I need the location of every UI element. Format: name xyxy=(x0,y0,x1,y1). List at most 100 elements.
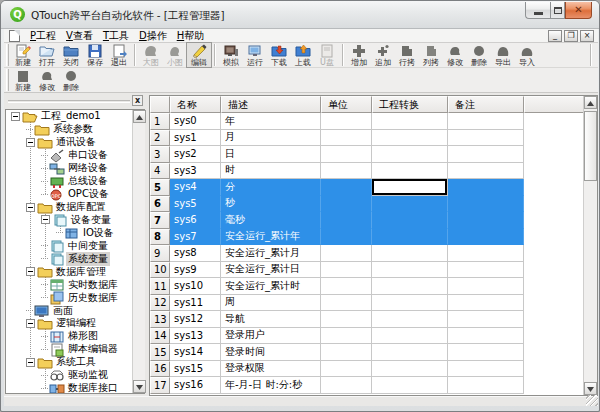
cell-11-名称[interactable]: sys10 xyxy=(170,278,221,295)
table-scrollbar[interactable] xyxy=(583,96,597,395)
row-header-14[interactable]: 14 xyxy=(150,328,170,345)
tree-item-串口设备[interactable]: 串口设备 xyxy=(6,149,144,162)
cell-3-工程转换[interactable] xyxy=(372,146,448,163)
cell-9-工程转换[interactable] xyxy=(372,245,448,262)
cell-17-工程转换[interactable] xyxy=(372,377,448,394)
cell-13-单位[interactable] xyxy=(321,311,372,328)
cell-12-备注[interactable] xyxy=(448,295,524,312)
cell-6-工程转换[interactable] xyxy=(372,196,448,213)
minimize-button[interactable] xyxy=(525,2,550,19)
row-header-3[interactable]: 3 xyxy=(150,146,170,163)
cell-3-单位[interactable] xyxy=(321,146,372,163)
cell-8-名称[interactable]: sys7 xyxy=(170,229,221,246)
row-header-10[interactable]: 10 xyxy=(150,262,170,279)
tree-item-梯形图[interactable]: 梯形图 xyxy=(6,330,144,343)
cell-15-名称[interactable]: sys14 xyxy=(170,344,221,361)
tree-item-历史数据库[interactable]: 历史数据库 xyxy=(6,291,144,304)
cell-12-单位[interactable] xyxy=(321,295,372,312)
tree-panel-grip[interactable] xyxy=(8,100,130,103)
cell-2-描述[interactable]: 月 xyxy=(221,130,321,147)
table-scroll-up-icon[interactable] xyxy=(584,96,597,109)
cell-17-描述[interactable]: 年-月-日 时:分:秒 xyxy=(221,377,321,394)
cell-16-名称[interactable]: sys15 xyxy=(170,361,221,378)
tree-expand-icon[interactable] xyxy=(26,267,35,276)
cell-9-描述[interactable]: 安全运行_累计月 xyxy=(221,245,321,262)
tree-scroll-down-icon[interactable] xyxy=(133,380,146,393)
cell-16-单位[interactable] xyxy=(321,361,372,378)
tree-panel-close-icon[interactable]: x xyxy=(132,95,143,106)
row-header-16[interactable]: 16 xyxy=(150,361,170,378)
tree-item-系统工具[interactable]: 系统工具 xyxy=(6,356,144,369)
cell-10-单位[interactable] xyxy=(321,262,372,279)
close-button[interactable]: ✕ xyxy=(565,2,592,19)
toolbar-button-add[interactable]: 增加 xyxy=(347,43,371,67)
cell-12-描述[interactable]: 周 xyxy=(221,295,321,312)
tree-expand-icon[interactable] xyxy=(26,203,35,212)
toolbar-button-run[interactable]: 运行 xyxy=(243,43,267,67)
cell-14-工程转换[interactable] xyxy=(372,328,448,345)
cell-1-描述[interactable]: 年 xyxy=(221,113,321,130)
menu-item-2[interactable]: T工具 xyxy=(98,29,134,43)
cell-2-备注[interactable] xyxy=(448,130,524,147)
row-header-15[interactable]: 15 xyxy=(150,344,170,361)
cell-12-名称[interactable]: sys11 xyxy=(170,295,221,312)
mdi-document-icon[interactable] xyxy=(9,30,20,42)
cell-14-描述[interactable]: 登录用户 xyxy=(221,328,321,345)
cell-7-描述[interactable]: 毫秒 xyxy=(221,212,321,229)
cell-15-描述[interactable]: 登录时间 xyxy=(221,344,321,361)
cell-14-备注[interactable] xyxy=(448,328,524,345)
cell-9-名称[interactable]: sys8 xyxy=(170,245,221,262)
row-header-9[interactable]: 9 xyxy=(150,245,170,262)
column-header-名称[interactable]: 名称 xyxy=(170,96,221,113)
toolbar-button-simulate[interactable]: 模拟 xyxy=(219,43,243,67)
mdi-minimize-button[interactable]: _ xyxy=(548,30,562,42)
toolbar-grip[interactable] xyxy=(6,69,9,91)
row-header-7[interactable]: 7 xyxy=(150,212,170,229)
cell-10-名称[interactable]: sys9 xyxy=(170,262,221,279)
menu-item-4[interactable]: H帮助 xyxy=(172,29,210,43)
row-header-5[interactable]: 5 xyxy=(150,179,170,196)
cell-3-备注[interactable] xyxy=(448,146,524,163)
cell-14-单位[interactable] xyxy=(321,328,372,345)
row-header-2[interactable]: 2 xyxy=(150,130,170,147)
cell-16-工程转换[interactable] xyxy=(372,361,448,378)
cell-6-单位[interactable] xyxy=(321,196,372,213)
cell-13-名称[interactable]: sys12 xyxy=(170,311,221,328)
tree-scrollbar[interactable] xyxy=(132,110,145,393)
cell-1-单位[interactable] xyxy=(321,113,372,130)
tree-item-中间变量[interactable]: 中间变量 xyxy=(6,239,144,252)
mdi-close-button[interactable]: × xyxy=(580,30,594,42)
cell-5-工程转换[interactable] xyxy=(372,179,448,196)
row-header-6[interactable]: 6 xyxy=(150,196,170,213)
tree-item-设备变量[interactable]: 设备变量 xyxy=(6,214,144,227)
toolbar-button-new-dark[interactable]: 新建 xyxy=(11,68,35,92)
tree-item-数据库管理[interactable]: 数据库管理 xyxy=(6,265,144,278)
toolbar-button-export[interactable]: 导出 xyxy=(491,43,515,67)
row-header-11[interactable]: 11 xyxy=(150,278,170,295)
tree-item-数据库配置[interactable]: 数据库配置 xyxy=(6,201,144,214)
cell-2-工程转换[interactable] xyxy=(372,130,448,147)
cell-10-工程转换[interactable] xyxy=(372,262,448,279)
cell-17-名称[interactable]: sys16 xyxy=(170,377,221,394)
tree-scroll-up-icon[interactable] xyxy=(133,110,146,123)
cell-8-单位[interactable] xyxy=(321,229,372,246)
toolbar-button-modify[interactable]: 修改 xyxy=(35,68,59,92)
resize-grip[interactable] xyxy=(586,395,598,406)
tree-expand-icon[interactable] xyxy=(26,138,35,147)
tree-item-逻辑编程[interactable]: 逻辑编程 xyxy=(6,317,144,330)
column-header-单位[interactable]: 单位 xyxy=(321,96,372,113)
cell-5-单位[interactable] xyxy=(321,179,372,196)
cell-15-单位[interactable] xyxy=(321,344,372,361)
toolbar-button-folder-open[interactable]: 打开 xyxy=(35,43,59,67)
tree-item-工程_demo1[interactable]: 工程_demo1 xyxy=(6,110,144,123)
row-header-12[interactable]: 12 xyxy=(150,295,170,312)
cell-11-描述[interactable]: 安全运行_累计时 xyxy=(221,278,321,295)
tree-item-OPC设备[interactable]: OPCOPC设备 xyxy=(6,188,144,201)
cell-15-备注[interactable] xyxy=(448,344,524,361)
cell-7-备注[interactable] xyxy=(448,212,524,229)
toolbar-button-copy-col[interactable]: 列拷 xyxy=(419,43,443,67)
tree-item-画面[interactable]: 画面 xyxy=(6,304,144,317)
tree-item-驱动监视[interactable]: 驱动监视 xyxy=(6,369,144,382)
tree-item-脚本编辑器[interactable]: 脚本编辑器 xyxy=(6,343,144,356)
toolbar-button-new-doc[interactable]: 新建 xyxy=(11,43,35,67)
